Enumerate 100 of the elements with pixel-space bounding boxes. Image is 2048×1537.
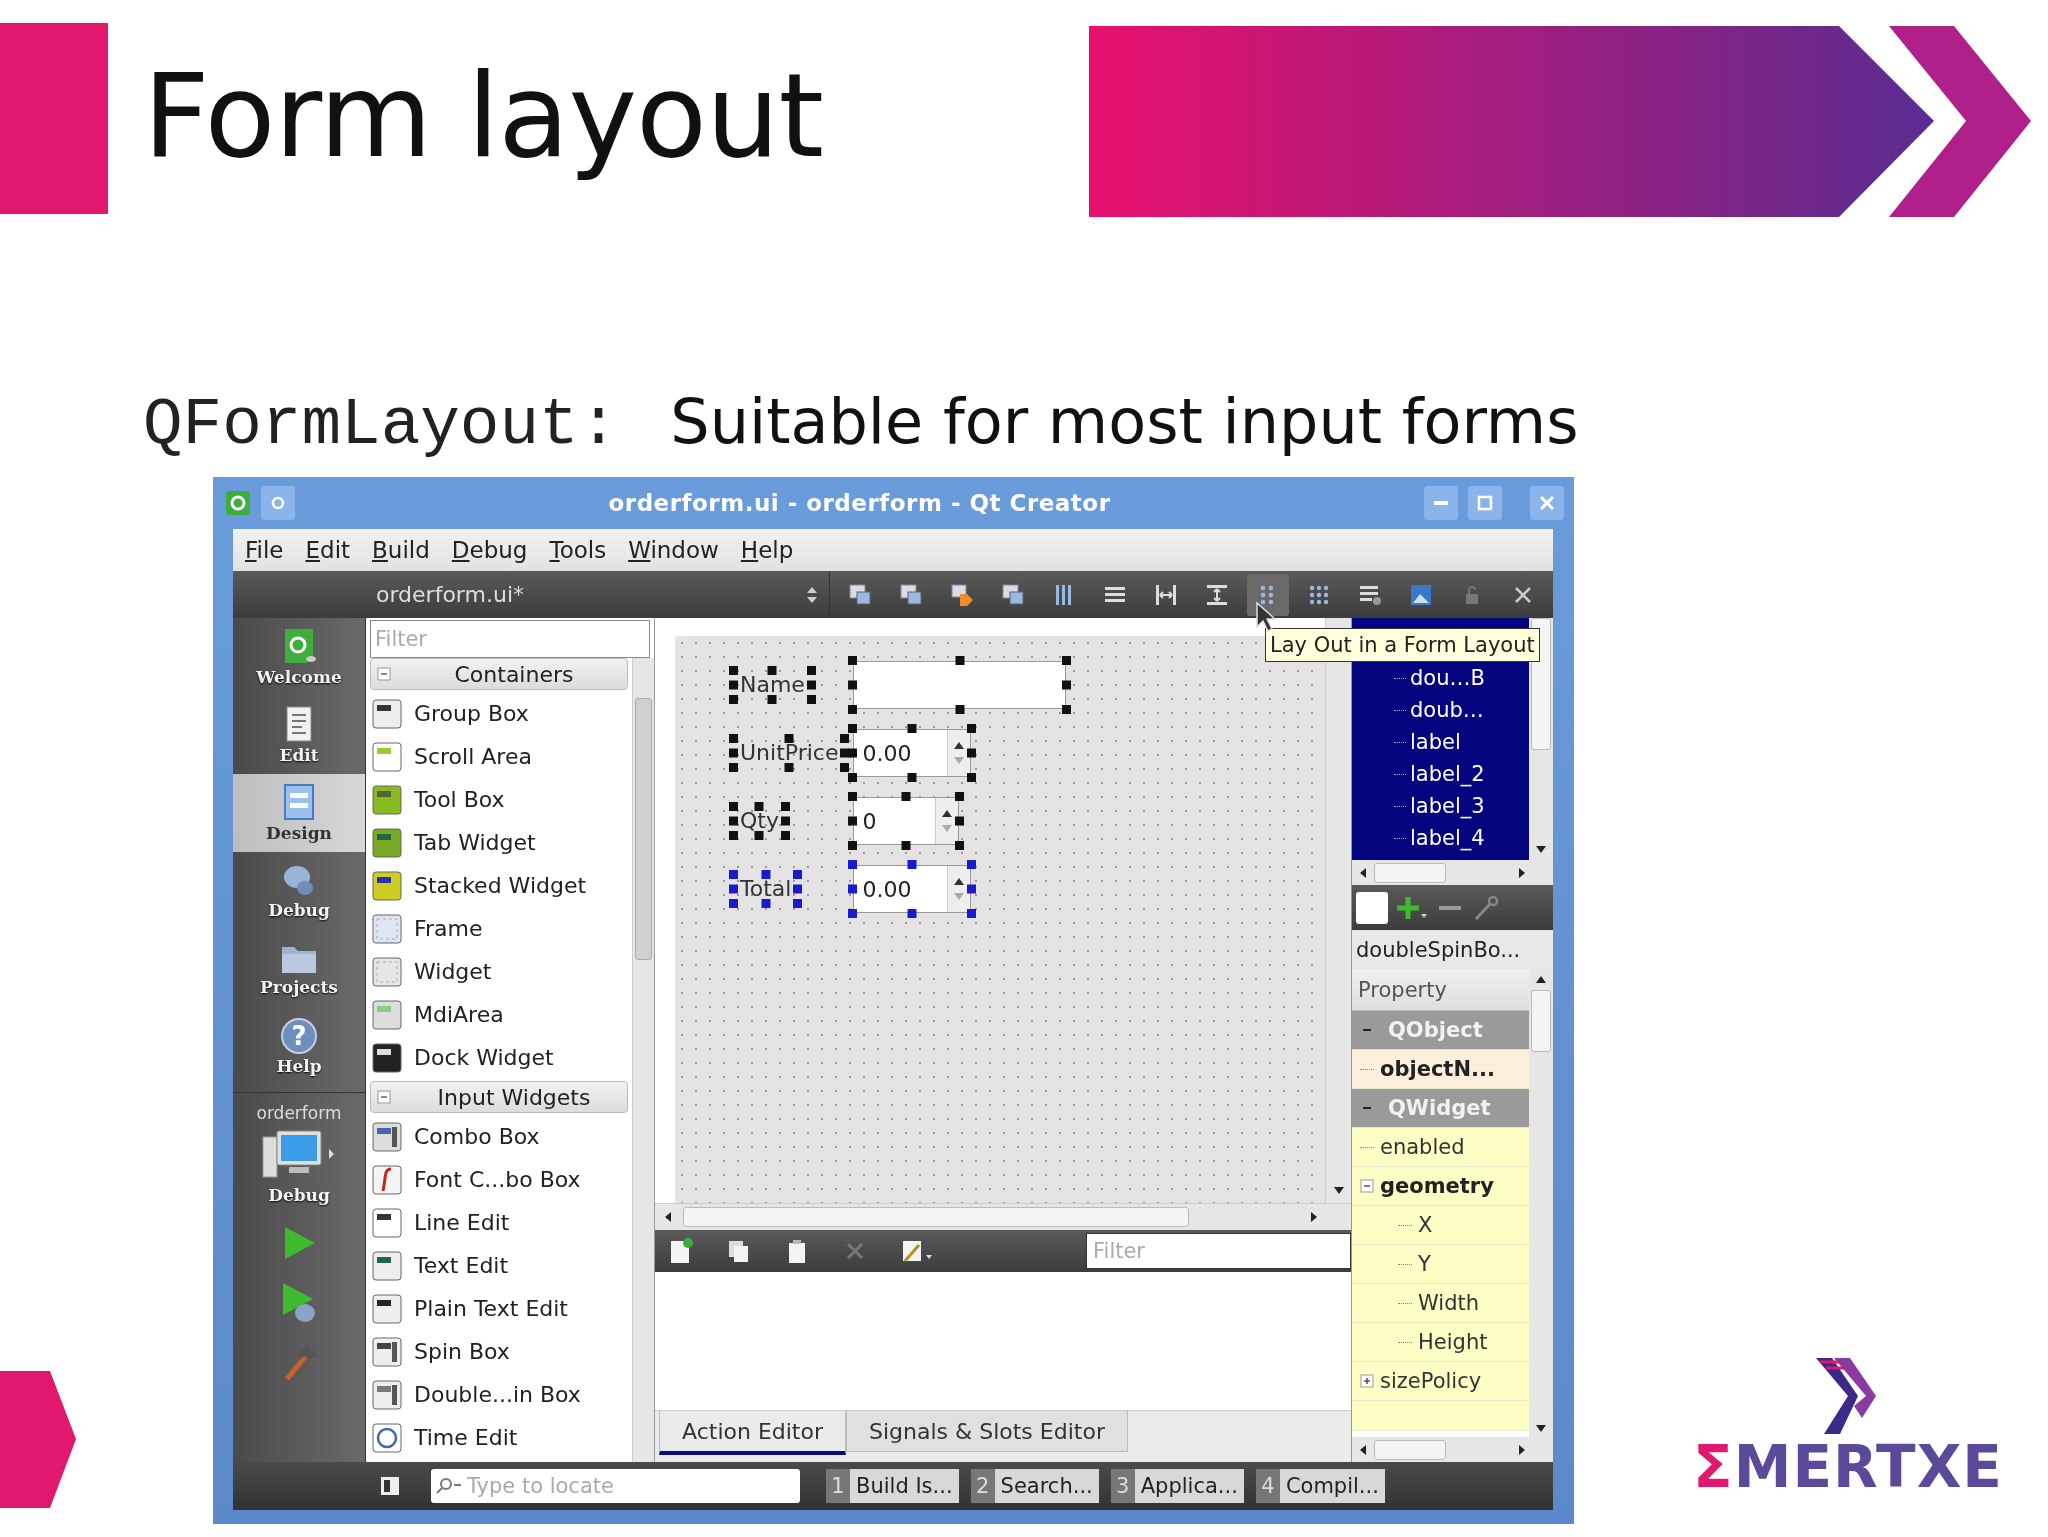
widget-type-icon	[372, 741, 402, 772]
project-label: orderform	[255, 1103, 343, 1123]
wrench-icon[interactable]	[1472, 893, 1500, 922]
tree-item[interactable]: label_2	[1410, 762, 1485, 786]
scroll-down-icon[interactable]	[1534, 844, 1548, 854]
tree-item[interactable]: label	[1410, 730, 1461, 754]
output-pane-button[interactable]: 4 Compil...	[1255, 1469, 1385, 1503]
widget-item[interactable]: Dock Widget	[366, 1036, 632, 1079]
widget-type-icon	[372, 999, 402, 1030]
target-selector[interactable]: Debug	[233, 1129, 365, 1205]
menu-item[interactable]: Build	[372, 537, 430, 563]
maximize-icon	[1476, 494, 1494, 512]
mode-button[interactable]: Debug	[233, 852, 365, 930]
scroll-thumb[interactable]	[1374, 862, 1446, 883]
widget-item[interactable]: Combo Box	[366, 1115, 632, 1158]
widget-type-icon	[372, 870, 402, 901]
widget-item[interactable]: Line Edit	[366, 1201, 632, 1244]
expand-icon[interactable]	[1360, 1179, 1374, 1193]
widget-item[interactable]: Text Edit	[366, 1244, 632, 1287]
collapse-icon[interactable]	[377, 667, 391, 681]
widget-item[interactable]: Group Box	[366, 692, 632, 735]
widget-item[interactable]: MdiArea	[366, 993, 632, 1036]
menu-item[interactable]: Help	[740, 537, 794, 563]
locator-field[interactable]: Type to locate	[431, 1469, 800, 1503]
tab[interactable]: Action Editor	[659, 1411, 846, 1455]
property-name[interactable]: X	[1418, 1213, 1433, 1237]
scroll-right-icon[interactable]	[1309, 1210, 1319, 1224]
scrollbar[interactable]	[1352, 1437, 1553, 1462]
field-label[interactable]: Name	[729, 666, 816, 704]
scroll-left-icon[interactable]	[1358, 865, 1368, 880]
spin-box[interactable]: 0.00	[853, 865, 972, 913]
category-header[interactable]: Input Widgets	[370, 1081, 628, 1113]
output-pane-button[interactable]: 2 Search...	[970, 1469, 1099, 1503]
search-icon	[434, 1476, 464, 1496]
spin-box[interactable]: 0.00	[853, 729, 972, 777]
tree-item[interactable]: doub…	[1410, 698, 1484, 722]
scroll-right-icon[interactable]	[1517, 865, 1527, 880]
scroll-thumb[interactable]	[635, 698, 652, 960]
tree-item[interactable]: dou…B	[1410, 666, 1485, 690]
widget-item[interactable]: Spin Box	[366, 1330, 632, 1373]
scroll-right-icon[interactable]	[1517, 1442, 1527, 1457]
widget-item[interactable]: Plain Text Edit	[366, 1287, 632, 1330]
color-swatch[interactable]	[1356, 891, 1388, 924]
scroll-up-icon[interactable]	[1534, 974, 1548, 984]
widget-item[interactable]: Tool Box	[366, 778, 632, 821]
tooltip: Lay Out in a Form Layout	[1265, 628, 1540, 662]
spin-arrows-icon[interactable]	[947, 730, 971, 776]
widget-item[interactable]: Widget	[366, 950, 632, 993]
field-label[interactable]: Qty	[729, 802, 790, 840]
category-header[interactable]: Containers	[370, 658, 628, 690]
menu-item[interactable]: Window	[628, 537, 719, 563]
help-icon: ?	[281, 1018, 317, 1054]
widget-type-icon	[372, 913, 402, 944]
scroll-down-icon[interactable]	[1331, 1185, 1346, 1195]
mode-button[interactable]: Edit	[233, 696, 365, 774]
scrollbar[interactable]	[632, 658, 654, 1462]
output-pane-button[interactable]: 3 Applica...	[1110, 1469, 1244, 1503]
scroll-thumb[interactable]	[1374, 1439, 1446, 1460]
scroll-thumb[interactable]	[683, 1207, 1189, 1227]
widget-item[interactable]: Time Edit	[366, 1416, 632, 1459]
widget-item[interactable]: Font C...bo Box	[366, 1158, 632, 1201]
tree-item[interactable]: label_3	[1410, 794, 1485, 818]
widget-item[interactable]: Tab Widget	[366, 821, 632, 864]
mode-button[interactable]: Design	[233, 774, 365, 852]
widget-item[interactable]: Scroll Area	[366, 735, 632, 778]
mode-button[interactable]: Projects	[233, 930, 365, 1008]
widget-type-icon	[372, 1250, 402, 1281]
field-label[interactable]: Total	[729, 870, 803, 908]
minimize-icon	[1434, 501, 1448, 505]
scrollbar[interactable]	[1352, 860, 1553, 885]
menu-item[interactable]: Debug	[451, 537, 528, 563]
collapse-icon[interactable]	[377, 1090, 391, 1104]
widget-type-icon	[372, 784, 402, 815]
menu-item[interactable]: Tools	[549, 537, 607, 563]
spin-arrows-icon[interactable]	[935, 798, 959, 844]
widget-item[interactable]: Frame	[366, 907, 632, 950]
tab[interactable]: Signals & Slots Editor	[846, 1411, 1128, 1452]
output-pane-button[interactable]: 1 Build Is...	[826, 1469, 959, 1503]
scroll-thumb[interactable]	[1531, 990, 1551, 1052]
property-name[interactable]: Y	[1418, 1252, 1431, 1276]
dot-grid-icon[interactable]	[1247, 573, 1290, 616]
field-label[interactable]: UnitPrice	[729, 734, 850, 772]
widget-item[interactable]: Stacked Widget	[366, 864, 632, 907]
filter-field[interactable]: Filter	[1086, 1233, 1351, 1269]
scroll-left-icon[interactable]	[1358, 1442, 1368, 1457]
mode-button[interactable]: ? Help	[233, 1008, 365, 1086]
widget-item[interactable]: Double...in Box	[366, 1373, 632, 1416]
spin-box[interactable]: 0	[853, 797, 960, 845]
expand-icon[interactable]	[1360, 1374, 1374, 1388]
menu-item[interactable]: Edit	[305, 537, 351, 563]
object-name: doubleSpinBo...	[1352, 930, 1553, 970]
tree-item[interactable]: label_4	[1410, 826, 1485, 850]
filter-field[interactable]: Filter	[370, 620, 650, 658]
scroll-left-icon[interactable]	[663, 1210, 673, 1224]
mode-button[interactable]: Welcome	[233, 618, 365, 696]
spin-arrows-icon[interactable]	[947, 866, 971, 912]
menu-item[interactable]: File	[245, 537, 284, 563]
scroll-down-icon[interactable]	[1534, 1423, 1548, 1433]
widget-type-icon	[372, 1379, 402, 1410]
scrollbar[interactable]	[655, 1203, 1351, 1230]
